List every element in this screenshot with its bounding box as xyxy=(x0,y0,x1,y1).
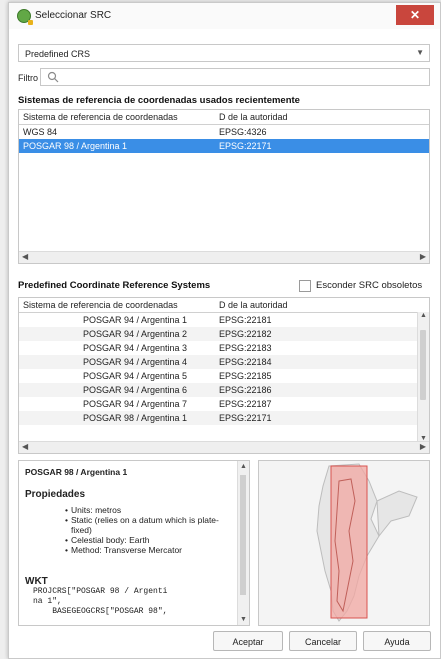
property-item: Celestial body: Earth xyxy=(71,535,231,545)
column-header-crs[interactable]: Sistema de referencia de coordenadas xyxy=(23,112,178,122)
recent-table-header: Sistema de referencia de coordenadas D d… xyxy=(19,110,429,125)
wkt-line: BASEGEOGCRS["POSGAR 98", xyxy=(33,607,168,616)
predefined-table-header: Sistema de referencia de coordenadas D d… xyxy=(19,298,429,313)
authority-id-cell: EPSG:22171 xyxy=(219,413,272,423)
crs-info-panel: POSGAR 98 / Argentina 1 Propiedades Unit… xyxy=(18,460,250,626)
property-item: Units: metros xyxy=(71,505,231,515)
scroll-down-icon[interactable]: ▼ xyxy=(240,616,247,623)
qgis-logo-icon xyxy=(17,9,33,25)
scroll-right-icon[interactable]: ▶ xyxy=(420,252,426,261)
crs-name-cell: POSGAR 94 / Argentina 7 xyxy=(83,399,188,409)
table-row[interactable]: POSGAR 98 / Argentina 1 EPSG:22171 xyxy=(19,411,429,425)
crs-name-cell: POSGAR 98 / Argentina 1 xyxy=(23,141,128,151)
recent-crs-title: Sistemas de referencia de coordenadas us… xyxy=(18,95,300,106)
authority-id-cell: EPSG:22187 xyxy=(219,399,272,409)
scrollbar-thumb[interactable] xyxy=(240,475,246,595)
horizontal-scrollbar[interactable]: ◀ ▶ xyxy=(19,441,429,453)
crs-name-cell: POSGAR 98 / Argentina 1 xyxy=(83,413,188,423)
scroll-left-icon[interactable]: ◀ xyxy=(22,252,28,261)
recent-crs-table: Sistema de referencia de coordenadas D d… xyxy=(18,109,430,264)
wkt-heading: WKT xyxy=(25,576,48,587)
wkt-line: PROJCRS["POSGAR 98 / Argenti xyxy=(33,587,168,596)
table-row[interactable]: POSGAR 94 / Argentina 1 EPSG:22181 xyxy=(19,313,429,327)
table-row[interactable]: POSGAR 94 / Argentina 3 EPSG:22183 xyxy=(19,341,429,355)
predefined-crs-title: Predefined Coordinate Reference Systems xyxy=(18,280,211,291)
column-header-authority-id[interactable]: D de la autoridad xyxy=(219,300,288,310)
search-icon xyxy=(47,71,59,83)
authority-id-cell: EPSG:22186 xyxy=(219,385,272,395)
predefined-crs-table: Sistema de referencia de coordenadas D d… xyxy=(18,297,430,454)
table-row[interactable]: POSGAR 94 / Argentina 6 EPSG:22186 xyxy=(19,383,429,397)
crs-name-cell: POSGAR 94 / Argentina 1 xyxy=(83,315,188,325)
table-row[interactable]: WGS 84 EPSG:4326 xyxy=(19,125,429,139)
info-vertical-scrollbar[interactable]: ▲ ▼ xyxy=(237,461,249,625)
authority-id-cell: EPSG:22181 xyxy=(219,315,272,325)
crs-name-cell: POSGAR 94 / Argentina 3 xyxy=(83,343,188,353)
properties-heading: Propiedades xyxy=(25,489,86,500)
crs-extent-map xyxy=(258,460,430,626)
crs-name-cell: POSGAR 94 / Argentina 6 xyxy=(83,385,188,395)
landmass-shape-east xyxy=(376,490,418,538)
help-button[interactable]: Ayuda xyxy=(363,631,431,651)
window-title: Seleccionar SRC xyxy=(35,10,112,21)
horizontal-scrollbar[interactable]: ◀ ▶ xyxy=(19,251,429,263)
properties-list: Units: metros Static (relies on a datum … xyxy=(71,505,231,555)
authority-id-cell: EPSG:22185 xyxy=(219,371,272,381)
scroll-up-icon[interactable]: ▲ xyxy=(420,312,427,319)
crs-name-cell: WGS 84 xyxy=(23,127,58,137)
south-america-map xyxy=(316,463,418,622)
table-row[interactable]: POSGAR 94 / Argentina 2 EPSG:22182 xyxy=(19,327,429,341)
scroll-up-icon[interactable]: ▲ xyxy=(240,463,247,470)
filter-input[interactable] xyxy=(40,68,430,86)
crs-type-value: Predefined CRS xyxy=(25,49,91,59)
crs-name-cell: POSGAR 94 / Argentina 2 xyxy=(83,329,188,339)
hide-deprecated-label[interactable]: Esconder SRC obsoletos xyxy=(316,280,422,291)
scroll-right-icon[interactable]: ▶ xyxy=(420,442,426,451)
wkt-line: na 1", xyxy=(33,597,62,606)
title-bar: Seleccionar SRC ✕ xyxy=(9,3,440,29)
table-row[interactable]: POSGAR 94 / Argentina 7 EPSG:22187 xyxy=(19,397,429,411)
cancel-button[interactable]: Cancelar xyxy=(289,631,357,651)
vertical-scrollbar[interactable]: ▲ ▼ xyxy=(417,312,429,442)
wkt-text: PROJCRS["POSGAR 98 / Argenti na 1", BASE… xyxy=(33,587,167,617)
filter-label: Filtro xyxy=(18,73,38,83)
authority-id-cell: EPSG:22182 xyxy=(219,329,272,339)
column-header-authority-id[interactable]: D de la autoridad xyxy=(219,112,288,122)
column-header-crs[interactable]: Sistema de referencia de coordenadas xyxy=(23,300,178,310)
selected-crs-name: POSGAR 98 / Argentina 1 xyxy=(25,467,128,477)
crs-name-cell: POSGAR 94 / Argentina 5 xyxy=(83,371,188,381)
table-row[interactable]: POSGAR 94 / Argentina 4 EPSG:22184 xyxy=(19,355,429,369)
table-row[interactable]: POSGAR 94 / Argentina 5 EPSG:22185 xyxy=(19,369,429,383)
authority-id-cell: EPSG:22183 xyxy=(219,343,272,353)
scrollbar-thumb[interactable] xyxy=(420,330,426,400)
table-row-selected[interactable]: POSGAR 98 / Argentina 1 EPSG:22171 xyxy=(19,139,429,153)
chevron-down-icon: ▼ xyxy=(416,48,424,57)
authority-id-cell: EPSG:4326 xyxy=(219,127,267,137)
crs-extent-rectangle xyxy=(330,465,368,619)
property-item: Method: Transverse Mercator xyxy=(71,545,231,555)
authority-id-cell: EPSG:22184 xyxy=(219,357,272,367)
accept-button[interactable]: Aceptar xyxy=(213,631,283,651)
crs-name-cell: POSGAR 94 / Argentina 4 xyxy=(83,357,188,367)
crs-type-select[interactable]: Predefined CRS ▼ xyxy=(18,44,430,62)
hide-deprecated-checkbox[interactable] xyxy=(299,280,311,292)
authority-id-cell: EPSG:22171 xyxy=(219,141,272,151)
property-item: Static (relies on a datum which is plate… xyxy=(71,515,231,535)
scroll-left-icon[interactable]: ◀ xyxy=(22,442,28,451)
close-button[interactable]: ✕ xyxy=(396,5,434,25)
